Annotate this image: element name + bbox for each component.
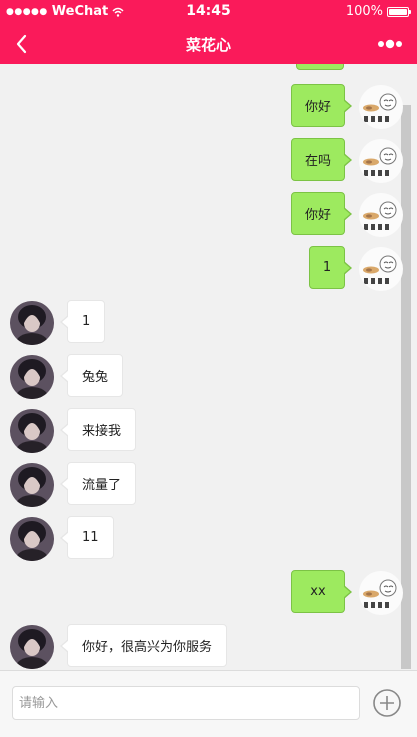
message-bubble[interactable]: 兔兔 [59,354,124,397]
message-bubble[interactable]: 流量了 [59,462,137,505]
more-button[interactable] [375,30,411,58]
user-photo-icon [10,463,54,507]
user-photo-icon [10,409,54,453]
cartoon-avatar-icon [359,85,403,129]
message-input[interactable] [12,686,360,720]
cartoon-avatar-icon [359,571,403,615]
message-bubble[interactable]: 在吗 [291,138,352,181]
battery-icon [387,6,411,17]
message-bubble[interactable]: 来接我 [59,408,137,451]
message-bubble[interactable]: 11 [60,516,114,559]
message-bubble[interactable]: 1 [59,300,106,343]
message-bubble[interactable]: 你好，很高兴为你服务 [59,624,228,667]
status-bar: ●●●●● WeChat 14:45 100% [0,0,417,24]
user-photo-icon [10,517,54,561]
my-avatar [359,85,403,129]
status-right: 100% [345,4,411,19]
contact-avatar [10,517,54,561]
message-bubble[interactable]: 你好 [291,84,352,127]
message-bubble[interactable]: 1 [309,246,352,289]
cartoon-avatar-icon [359,139,403,183]
my-avatar [359,139,403,183]
chat-area[interactable]: 你好 在吗 你好 1 1 兔兔 来接我 流量了 11 xx 你好，很高兴为你服务 [0,64,417,670]
plus-circle-icon [373,689,401,717]
chevron-left-icon [16,34,27,54]
battery-percent: 100% [345,4,383,19]
scrollbar[interactable] [401,105,411,669]
message-bubble[interactable]: 你好 [291,192,352,235]
contact-avatar [10,301,54,345]
contact-avatar [10,355,54,399]
my-avatar [359,193,403,237]
user-photo-icon [10,625,54,669]
contact-avatar [10,409,54,453]
input-bar [0,670,417,737]
contact-avatar [10,463,54,507]
my-avatar [359,247,403,291]
message-bubble [296,64,344,70]
user-photo-icon [10,301,54,345]
nav-bar: 菜花心 [0,24,417,64]
user-photo-icon [10,355,54,399]
add-button[interactable] [372,688,402,718]
cartoon-avatar-icon [359,193,403,237]
more-dots-icon [378,39,402,49]
my-avatar [359,571,403,615]
cartoon-avatar-icon [359,247,403,291]
contact-avatar [10,625,54,669]
page-title: 菜花心 [185,36,231,54]
message-bubble[interactable]: xx [291,570,352,613]
back-button[interactable] [8,30,36,58]
